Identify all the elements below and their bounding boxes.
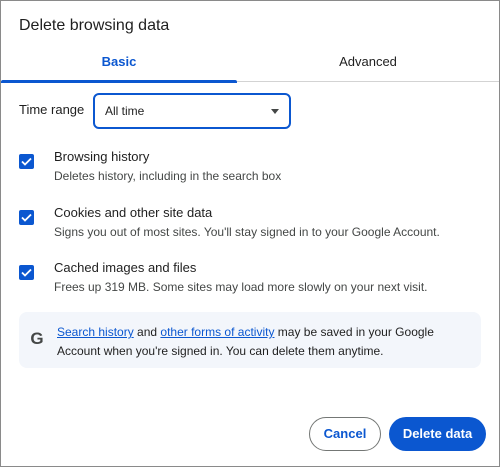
tab-bar: Basic Advanced	[1, 45, 499, 83]
tab-basic[interactable]: Basic	[1, 45, 237, 83]
tab-basic-label: Basic	[101, 54, 137, 69]
cached-images-checkbox[interactable]	[19, 265, 34, 280]
other-activity-link[interactable]: other forms of activity	[160, 325, 274, 339]
dialog-title: Delete browsing data	[19, 17, 170, 34]
info-text-part: and	[133, 325, 161, 339]
option-description: Frees up 319 MB. Some sites may load mor…	[54, 280, 428, 294]
time-range-label: Time range	[19, 102, 85, 117]
browsing-history-checkbox[interactable]	[19, 154, 34, 169]
tab-advanced[interactable]: Advanced	[237, 45, 499, 81]
time-range-select[interactable]: All time	[93, 93, 291, 129]
checkmark-icon	[21, 213, 32, 222]
option-title: Cookies and other site data	[54, 205, 213, 220]
option-description: Deletes history, including in the search…	[54, 169, 282, 183]
checkmark-icon	[21, 268, 32, 277]
option-title: Browsing history	[54, 149, 150, 164]
search-history-link[interactable]: Search history	[57, 325, 134, 339]
cancel-button[interactable]: Cancel	[309, 417, 381, 451]
checkmark-icon	[21, 157, 32, 166]
dropdown-caret-icon	[271, 109, 279, 114]
option-cookies: Cookies and other site data Signs you ou…	[17, 205, 487, 245]
cookies-checkbox[interactable]	[19, 210, 34, 225]
tab-advanced-label: Advanced	[339, 54, 397, 69]
google-activity-info-box: G Search history and other forms of acti…	[19, 312, 481, 368]
option-description: Signs you out of most sites. You'll stay…	[54, 225, 440, 239]
google-g-icon: G	[30, 329, 44, 348]
option-title: Cached images and files	[54, 260, 197, 275]
delete-data-button[interactable]: Delete data	[389, 417, 486, 451]
option-cached-images: Cached images and files Frees up 319 MB.…	[17, 260, 487, 300]
delete-browsing-data-dialog: Delete browsing data Basic Advanced Time…	[0, 0, 500, 467]
info-text: Search history and other forms of activi…	[57, 323, 477, 361]
option-browsing-history: Browsing history Deletes history, includ…	[17, 149, 487, 189]
time-range-value: All time	[105, 104, 145, 118]
tab-selected-indicator	[1, 80, 237, 83]
